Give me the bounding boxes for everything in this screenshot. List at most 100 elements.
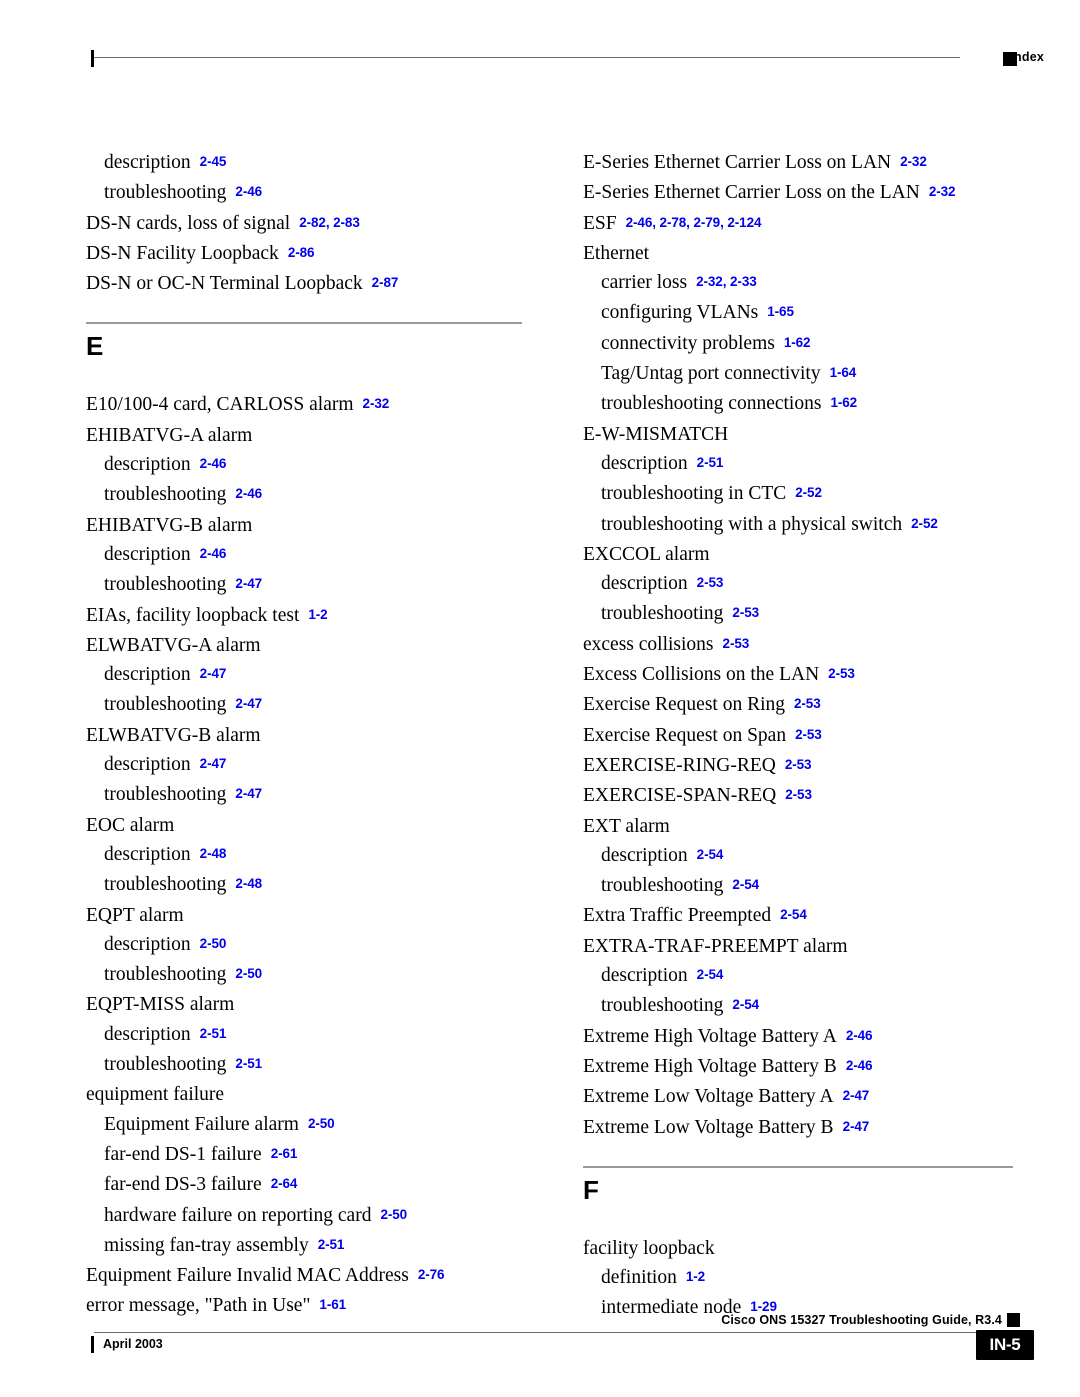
index-entry-term: Tag/Untag port connectivity [601,363,821,385]
index-subentry: troubleshooting 2-54 [583,991,1013,1021]
section-divider-rule [86,322,522,325]
index-page-reference[interactable]: 2-50 [235,966,262,981]
index-page-reference[interactable]: 2-45 [200,154,227,169]
index-page-reference[interactable]: 2-54 [780,907,807,922]
index-page-reference[interactable]: 2-54 [697,847,724,862]
index-page-reference[interactable]: 2-32, 2-33 [696,274,757,289]
index-entry-term: DS-N Facility Loopback [86,242,279,264]
index-entry-term: ELWBATVG-A alarm [86,634,261,656]
index-page-reference[interactable]: 2-51 [697,455,724,470]
index-entry-term: Extreme Low Voltage Battery B [583,1116,834,1138]
index-page-reference[interactable]: 2-47 [235,786,262,801]
index-subentry: description 2-46 [86,540,522,570]
index-page-reference[interactable]: 2-86 [288,245,315,260]
index-page-reference[interactable]: 2-47 [235,576,262,591]
index-page-reference[interactable]: 2-47 [843,1088,870,1103]
index-page-reference[interactable]: 2-52 [795,485,822,500]
index-page-reference[interactable]: 2-51 [235,1056,262,1071]
index-page-reference[interactable]: 2-54 [732,877,759,892]
index-page-reference[interactable]: 2-53 [732,605,759,620]
index-page-reference[interactable]: 2-53 [785,787,812,802]
index-page-reference[interactable]: 2-47 [200,756,227,771]
index-page-reference[interactable]: 2-46, 2-78, 2-79, 2-124 [626,215,762,230]
index-page-reference[interactable]: 2-47 [843,1119,870,1134]
page-number-label: IN-5 [989,1335,1021,1354]
index-page-reference[interactable]: 2-46 [235,486,262,501]
index-entry: Extreme Low Voltage Battery B 2-47 [583,1113,1013,1143]
index-entry-term: troubleshooting [104,694,227,716]
index-subentry: troubleshooting 2-54 [583,871,1013,901]
index-page-reference[interactable]: 2-46 [235,184,262,199]
index-page-reference[interactable]: 2-50 [200,936,227,951]
index-page-reference[interactable]: 1-61 [319,1297,346,1312]
index-page-reference[interactable]: 2-47 [200,666,227,681]
index-entry-term: description [601,573,688,595]
index-page-reference[interactable]: 2-61 [271,1146,298,1161]
index-entry: EXCCOL alarm [583,540,1013,569]
index-page-reference[interactable]: 2-32 [929,184,956,199]
index-entry-term: definition [601,1267,677,1289]
index-page-reference[interactable]: 1-62 [830,395,857,410]
header-change-bar [91,50,94,67]
index-page-reference[interactable]: 1-2 [686,1269,705,1284]
index-entry-term: troubleshooting [104,182,227,204]
index-subentry: troubleshooting 2-46 [86,480,522,510]
index-entry: DS-N Facility Loopback 2-86 [86,239,522,269]
index-entry-term: ESF [583,212,617,234]
index-entry-term: excess collisions [583,633,714,655]
index-entry: E10/100-4 card, CARLOSS alarm 2-32 [86,390,522,420]
index-subentry: description 2-47 [86,660,522,690]
index-subentry: description 2-47 [86,750,522,780]
index-entry: Extreme High Voltage Battery B 2-46 [583,1052,1013,1082]
index-page-reference[interactable]: 2-51 [318,1237,345,1252]
index-page-reference[interactable]: 2-53 [697,575,724,590]
index-subentry: troubleshooting 2-47 [86,690,522,720]
index-page-reference[interactable]: 1-64 [830,365,857,380]
index-page-reference[interactable]: 2-50 [308,1116,335,1131]
index-entry-term: EXT alarm [583,815,670,837]
index-page-reference[interactable]: 2-54 [697,967,724,982]
index-entry: ELWBATVG-B alarm [86,721,522,750]
index-page-reference[interactable]: 1-62 [784,335,811,350]
index-page-reference[interactable]: 2-50 [380,1207,407,1222]
index-page-reference[interactable]: 2-76 [418,1267,445,1282]
index-page-reference[interactable]: 2-82, 2-83 [299,215,360,230]
index-page-reference[interactable]: 2-53 [785,757,812,772]
index-entry-term: E-W-MISMATCH [583,423,729,445]
index-page-reference[interactable]: 2-54 [732,997,759,1012]
index-page-reference[interactable]: 2-53 [794,696,821,711]
index-entry-term: EHIBATVG-B alarm [86,514,253,536]
index-page-reference[interactable]: 2-87 [372,275,399,290]
index-page-reference[interactable]: 2-47 [235,696,262,711]
index-entry-term: description [104,933,191,955]
index-page-reference[interactable]: 2-53 [795,727,822,742]
index-page-reference[interactable]: 2-48 [200,846,227,861]
index-subentry: troubleshooting 2-53 [583,599,1013,629]
index-page-reference[interactable]: 2-32 [900,154,927,169]
index-page-reference[interactable]: 2-32 [363,396,390,411]
index-page-reference[interactable]: 2-64 [271,1176,298,1191]
index-entry-term: far-end DS-3 failure [104,1174,262,1196]
index-page-reference[interactable]: 2-46 [200,546,227,561]
index-subentry: carrier loss 2-32, 2-33 [583,268,1013,298]
index-page-reference[interactable]: 2-46 [846,1058,873,1073]
index-page-reference[interactable]: 2-46 [846,1028,873,1043]
index-entry-term: Equipment Failure Invalid MAC Address [86,1265,409,1287]
index-page-reference[interactable]: 2-51 [200,1026,227,1041]
index-subentry: description 2-45 [86,148,522,178]
index-entry-term: EXERCISE-SPAN-REQ [583,785,777,807]
index-page-reference[interactable]: 1-2 [308,607,327,622]
index-subentry: Tag/Untag port connectivity 1-64 [583,359,1013,389]
index-subentry: description 2-48 [86,840,522,870]
index-entry: EXERCISE-RING-REQ 2-53 [583,751,1013,781]
index-page-reference[interactable]: 2-52 [911,516,938,531]
index-page-reference[interactable]: 1-65 [767,304,794,319]
index-page-reference[interactable]: 2-48 [235,876,262,891]
index-page-reference[interactable]: 2-46 [200,456,227,471]
index-entry: EXT alarm [583,812,1013,841]
index-page-reference[interactable]: 2-53 [723,636,750,651]
index-page-reference[interactable]: 2-53 [828,666,855,681]
index-subentry: description 2-51 [583,449,1013,479]
index-entry: Ethernet [583,239,1013,268]
